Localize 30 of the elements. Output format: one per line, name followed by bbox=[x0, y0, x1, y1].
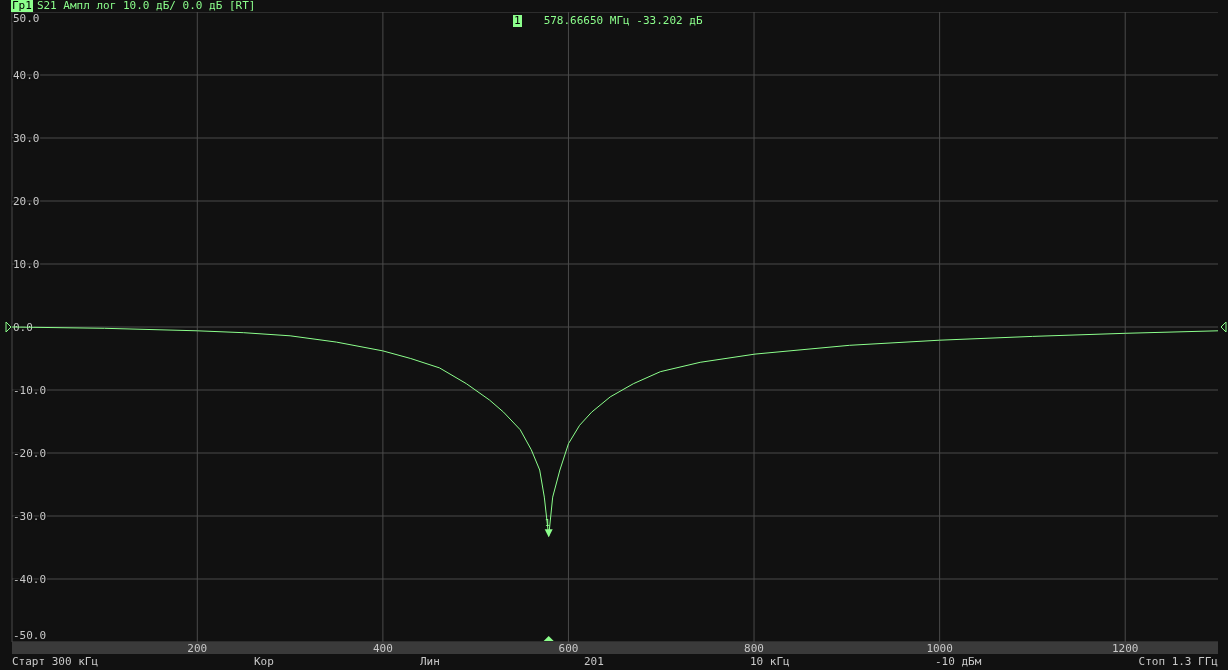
status-text: 10 кГц bbox=[750, 655, 790, 668]
trace-label: Гр1 bbox=[11, 0, 33, 12]
x-tick-label: 800 bbox=[744, 642, 764, 654]
marker-readout-text: 578.66650 МГц -33.202 дБ bbox=[543, 15, 703, 27]
y-tick-label: 20.0 bbox=[13, 195, 40, 208]
reference-level-icon bbox=[1220, 321, 1227, 333]
marker-number: 1 bbox=[513, 15, 522, 27]
reference-level-icon bbox=[5, 321, 12, 333]
x-tick-label: 600 bbox=[558, 642, 579, 654]
y-tick-label: 30.0 bbox=[13, 132, 40, 145]
y-tick-label: -20.0 bbox=[13, 447, 47, 460]
y-tick-label: -10.0 bbox=[13, 384, 47, 397]
x-tick-label: 400 bbox=[372, 642, 393, 654]
marker-triangle-icon bbox=[544, 529, 553, 538]
status-text: 201 bbox=[584, 655, 604, 668]
x-tick-label: 1200 bbox=[1111, 642, 1139, 654]
x-tick-label: 200 bbox=[187, 642, 208, 654]
x-tick-label: 1000 bbox=[926, 642, 953, 654]
y-tick-label: 50.0 bbox=[13, 12, 40, 25]
y-tick-label: -40.0 bbox=[13, 573, 47, 586]
status-text: Стоп 1.3 ГГц bbox=[1138, 655, 1218, 668]
status-text: Лин bbox=[420, 655, 440, 668]
status-text: Кор bbox=[254, 655, 274, 668]
y-tick-label: -30.0 bbox=[13, 510, 47, 523]
status-text: -10 дБм bbox=[935, 655, 982, 668]
y-tick-label: -50.0 bbox=[13, 629, 47, 642]
trace-format-text: S21 Ампл лог 10.0 дБ/ 0.0 дБ [RT] bbox=[36, 0, 256, 12]
y-tick-label: 40.0 bbox=[13, 69, 40, 82]
y-tick-label: 10.0 bbox=[13, 258, 40, 271]
status-text: Старт 300 кГц bbox=[12, 655, 99, 668]
